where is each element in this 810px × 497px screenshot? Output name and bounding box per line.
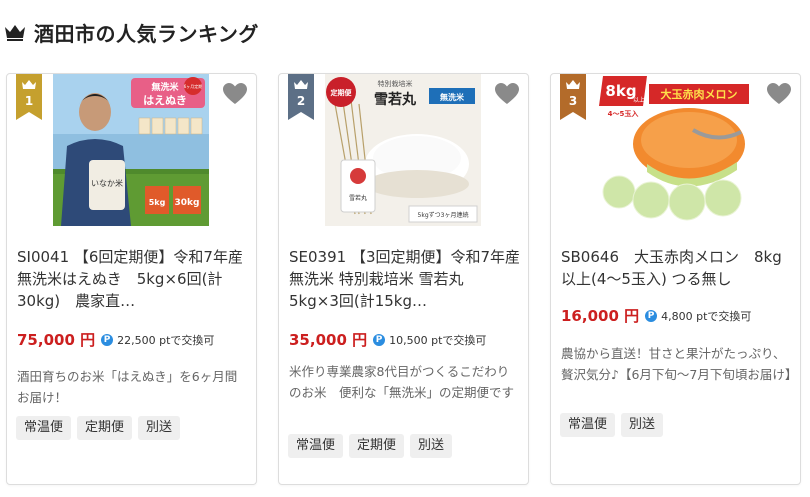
tag-list: 常温便 定期便 別送 xyxy=(16,416,181,440)
size-large-text: 30kg xyxy=(175,198,200,208)
points-text: 4,800 ptで交換可 xyxy=(661,309,752,323)
tag: 別送 xyxy=(138,416,181,440)
tag: 別送 xyxy=(410,434,453,458)
badge-main-text: はえぬき xyxy=(143,94,187,107)
banner-text: 大玉赤肉メロン xyxy=(661,87,738,101)
main-title-text: 雪若丸 xyxy=(374,91,417,108)
price-row: 75,000 円 P 22,500 ptで交換可 xyxy=(17,329,214,350)
product-description: 酒田育ちのお米「はえぬき」を6ヶ月間お届け！ xyxy=(17,369,238,405)
product-card[interactable]: 2 定期便 特別栽培米 雪若丸 無洗米 雪若丸 5kgずつ3ヶ月連続 SE039… xyxy=(278,73,529,485)
tag: 定期便 xyxy=(77,416,133,440)
favorite-heart-icon[interactable] xyxy=(766,82,792,106)
seal-text: 定期便 xyxy=(331,88,353,97)
tag-list: 常温便 別送 xyxy=(560,413,664,437)
crown-icon xyxy=(4,23,26,41)
tag: 定期便 xyxy=(349,434,405,458)
weight-sub-text: 以上 xyxy=(633,96,645,104)
favorite-heart-icon[interactable] xyxy=(222,82,248,106)
price-row: 16,000 円 P 4,800 ptで交換可 xyxy=(561,305,751,326)
price: 16,000 円 xyxy=(561,307,640,325)
rank-badge: 2 xyxy=(288,74,314,120)
product-card[interactable]: 1 いなか米 無洗米 はえぬき 6ヶ月定期 5kg 30kg SI0041 【6… xyxy=(6,73,257,485)
rank-number: 2 xyxy=(296,94,306,108)
rank-badge: 3 xyxy=(560,74,586,120)
rank-number: 3 xyxy=(568,94,578,108)
footer-text: 5kgずつ3ヶ月連続 xyxy=(418,211,469,219)
seal-text: 6ヶ月定期 xyxy=(184,83,203,89)
points-text: 22,500 ptで交換可 xyxy=(117,333,215,347)
tag: 常温便 xyxy=(560,413,616,437)
tag: 常温便 xyxy=(288,434,344,458)
point-icon: P xyxy=(373,333,386,346)
favorite-heart-icon[interactable] xyxy=(494,82,520,106)
tag: 常温便 xyxy=(16,416,72,440)
price-row: 35,000 円 P 10,500 ptで交換可 xyxy=(289,329,486,350)
count-text: 4～5玉入 xyxy=(608,110,639,118)
product-title[interactable]: SB0646 大玉赤肉メロン 8kg以上(4～5玉入) つる無し xyxy=(561,246,793,290)
label-text: 無洗米 xyxy=(440,92,465,102)
product-title[interactable]: SE0391 【3回定期便】令和7年産 無洗米 特別栽培米 雪若丸 5kg×3回… xyxy=(289,246,521,312)
point-icon: P xyxy=(645,309,658,322)
product-image[interactable]: 8kg 以上 大玉赤肉メロン 4～5玉入 xyxy=(597,74,753,226)
bag-text: 雪若丸 xyxy=(349,194,367,202)
weight-text: 8kg xyxy=(605,82,636,100)
tag-list: 常温便 定期便 別送 xyxy=(288,434,453,458)
sub-title-text: 特別栽培米 xyxy=(378,79,413,88)
product-image[interactable]: 定期便 特別栽培米 雪若丸 無洗米 雪若丸 5kgずつ3ヶ月連続 xyxy=(325,74,481,226)
rank-badge: 1 xyxy=(16,74,42,120)
product-description: 農協から直送！甘さと果汁がたっぷり、贅沢気分♪【6月下旬～7月下旬頃お届け】 xyxy=(561,346,798,382)
rank-number: 1 xyxy=(24,94,34,108)
section-title: 酒田市の人気ランキング xyxy=(34,21,259,46)
product-title[interactable]: SI0041 【6回定期便】令和7年産 無洗米はえぬき 5kg×6回(計30kg… xyxy=(17,246,249,312)
product-description: 米作り専業農家8代目がつくるこだわりのお米 便利な「無洗米」の定期便です xyxy=(289,364,515,400)
badge-top-text: 無洗米 xyxy=(151,81,179,93)
size-small-text: 5kg xyxy=(149,198,166,207)
product-image[interactable]: いなか米 無洗米 はえぬき 6ヶ月定期 5kg 30kg xyxy=(53,74,209,226)
price: 35,000 円 xyxy=(289,331,368,349)
tag: 別送 xyxy=(621,413,664,437)
product-card[interactable]: 3 8kg 以上 大玉赤肉メロン 4～5玉入 SB0646 大玉赤肉メロン 8k… xyxy=(550,73,801,485)
section-heading: 酒田市の人気ランキング xyxy=(4,16,259,48)
points-text: 10,500 ptで交換可 xyxy=(389,333,487,347)
point-icon: P xyxy=(101,333,114,346)
price: 75,000 円 xyxy=(17,331,96,349)
bag-text: いなか米 xyxy=(91,178,123,188)
